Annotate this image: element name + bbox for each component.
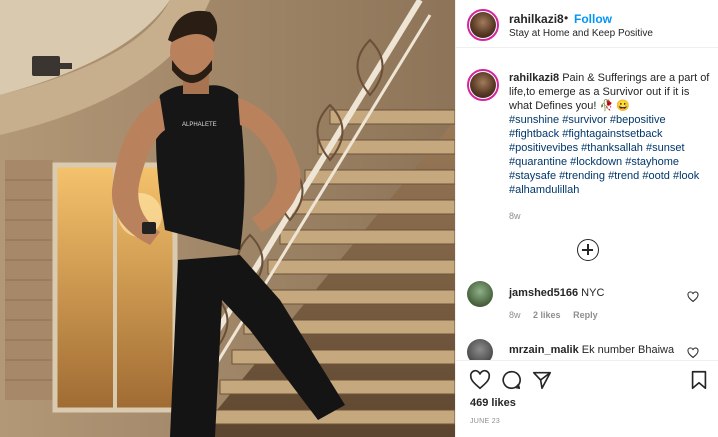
- hashtag-link[interactable]: #trend: [608, 170, 639, 182]
- commenter-avatar[interactable]: [467, 281, 493, 307]
- hashtag-link[interactable]: #look: [673, 170, 699, 182]
- comment-text: Ek number Bhaiwa: [581, 344, 675, 356]
- separator-dot: •: [564, 11, 569, 25]
- hashtag-link[interactable]: #trending: [559, 170, 605, 182]
- instagram-post: ALPHALETE rahilkazi8 • Follow Stay at Ho…: [0, 0, 718, 437]
- author-avatar[interactable]: [467, 9, 499, 41]
- comment-text-line: mrzain_malik Ek number Bhaiwa: [509, 344, 674, 356]
- hashtag-link[interactable]: #quarantine: [509, 156, 567, 168]
- comments-section[interactable]: rahilkazi8 Pain & Sufferings are a part …: [456, 49, 718, 360]
- shirt-logo-text: ALPHALETE: [182, 122, 217, 128]
- commenter-avatar[interactable]: [467, 339, 493, 360]
- caption-avatar[interactable]: [467, 69, 499, 101]
- hashtag-link[interactable]: #stayhome: [625, 156, 679, 168]
- caption-emoji: 🥀 😀: [599, 100, 630, 112]
- comment-like-heart-icon[interactable]: [687, 291, 699, 303]
- share-icon[interactable]: [531, 369, 553, 391]
- load-more-comments-button[interactable]: [577, 239, 599, 261]
- caption-text-block: rahilkazi8 Pain & Sufferings are a part …: [509, 71, 711, 197]
- post-side-panel: rahilkazi8 • Follow Stay at Home and Kee…: [455, 0, 718, 437]
- bookmark-icon[interactable]: [688, 369, 710, 391]
- post-header: rahilkazi8 • Follow Stay at Home and Kee…: [456, 0, 718, 48]
- photo-illustration: ALPHALETE: [0, 0, 455, 437]
- comment-meta: 8w 2 likes Reply: [509, 310, 608, 320]
- comment-text: NYC: [581, 287, 605, 299]
- commenter-username[interactable]: mrzain_malik: [509, 344, 579, 356]
- comment-timestamp[interactable]: 8w: [509, 310, 521, 320]
- post-photo[interactable]: ALPHALETE: [0, 0, 455, 437]
- post-actions-bar: 469 likes JUNE 23: [456, 360, 718, 437]
- hashtag-link[interactable]: #ootd: [642, 170, 670, 182]
- comment-like-heart-icon[interactable]: [687, 347, 699, 359]
- hashtag-link[interactable]: #thanksallah: [581, 142, 643, 154]
- post-date[interactable]: JUNE 23: [470, 418, 500, 425]
- hashtag-link[interactable]: #sunset: [646, 142, 685, 154]
- hashtag-link[interactable]: #survivor: [562, 114, 607, 126]
- heart-icon[interactable]: [469, 369, 491, 391]
- hashtag-link[interactable]: #positivevibes: [509, 142, 578, 154]
- comment-text-line: jamshed5166 NYC: [509, 287, 604, 299]
- likes-count[interactable]: 469 likes: [470, 397, 516, 409]
- comment-icon[interactable]: [500, 369, 522, 391]
- hashtag-link[interactable]: #fightback: [509, 128, 559, 140]
- author-username[interactable]: rahilkazi8: [509, 12, 564, 26]
- reply-button[interactable]: Reply: [573, 310, 598, 320]
- hashtag-list: #sunshine #survivor #bepositive #fightba…: [509, 114, 699, 196]
- post-location[interactable]: Stay at Home and Keep Positive: [509, 28, 653, 39]
- caption-timestamp[interactable]: 8w: [509, 211, 521, 221]
- commenter-username[interactable]: jamshed5166: [509, 287, 578, 299]
- hashtag-link[interactable]: #staysafe: [509, 170, 556, 182]
- follow-button[interactable]: Follow: [574, 12, 612, 26]
- hashtag-link[interactable]: #lockdown: [570, 156, 622, 168]
- hashtag-link[interactable]: #fightagainstsetback: [562, 128, 662, 140]
- hashtag-link[interactable]: #alhamdulillah: [509, 184, 579, 196]
- caption-username[interactable]: rahilkazi8: [509, 72, 559, 84]
- hashtag-link[interactable]: #bepositive: [610, 114, 666, 126]
- comment-likes-count[interactable]: 2 likes: [533, 310, 561, 320]
- hashtag-link[interactable]: #sunshine: [509, 114, 559, 126]
